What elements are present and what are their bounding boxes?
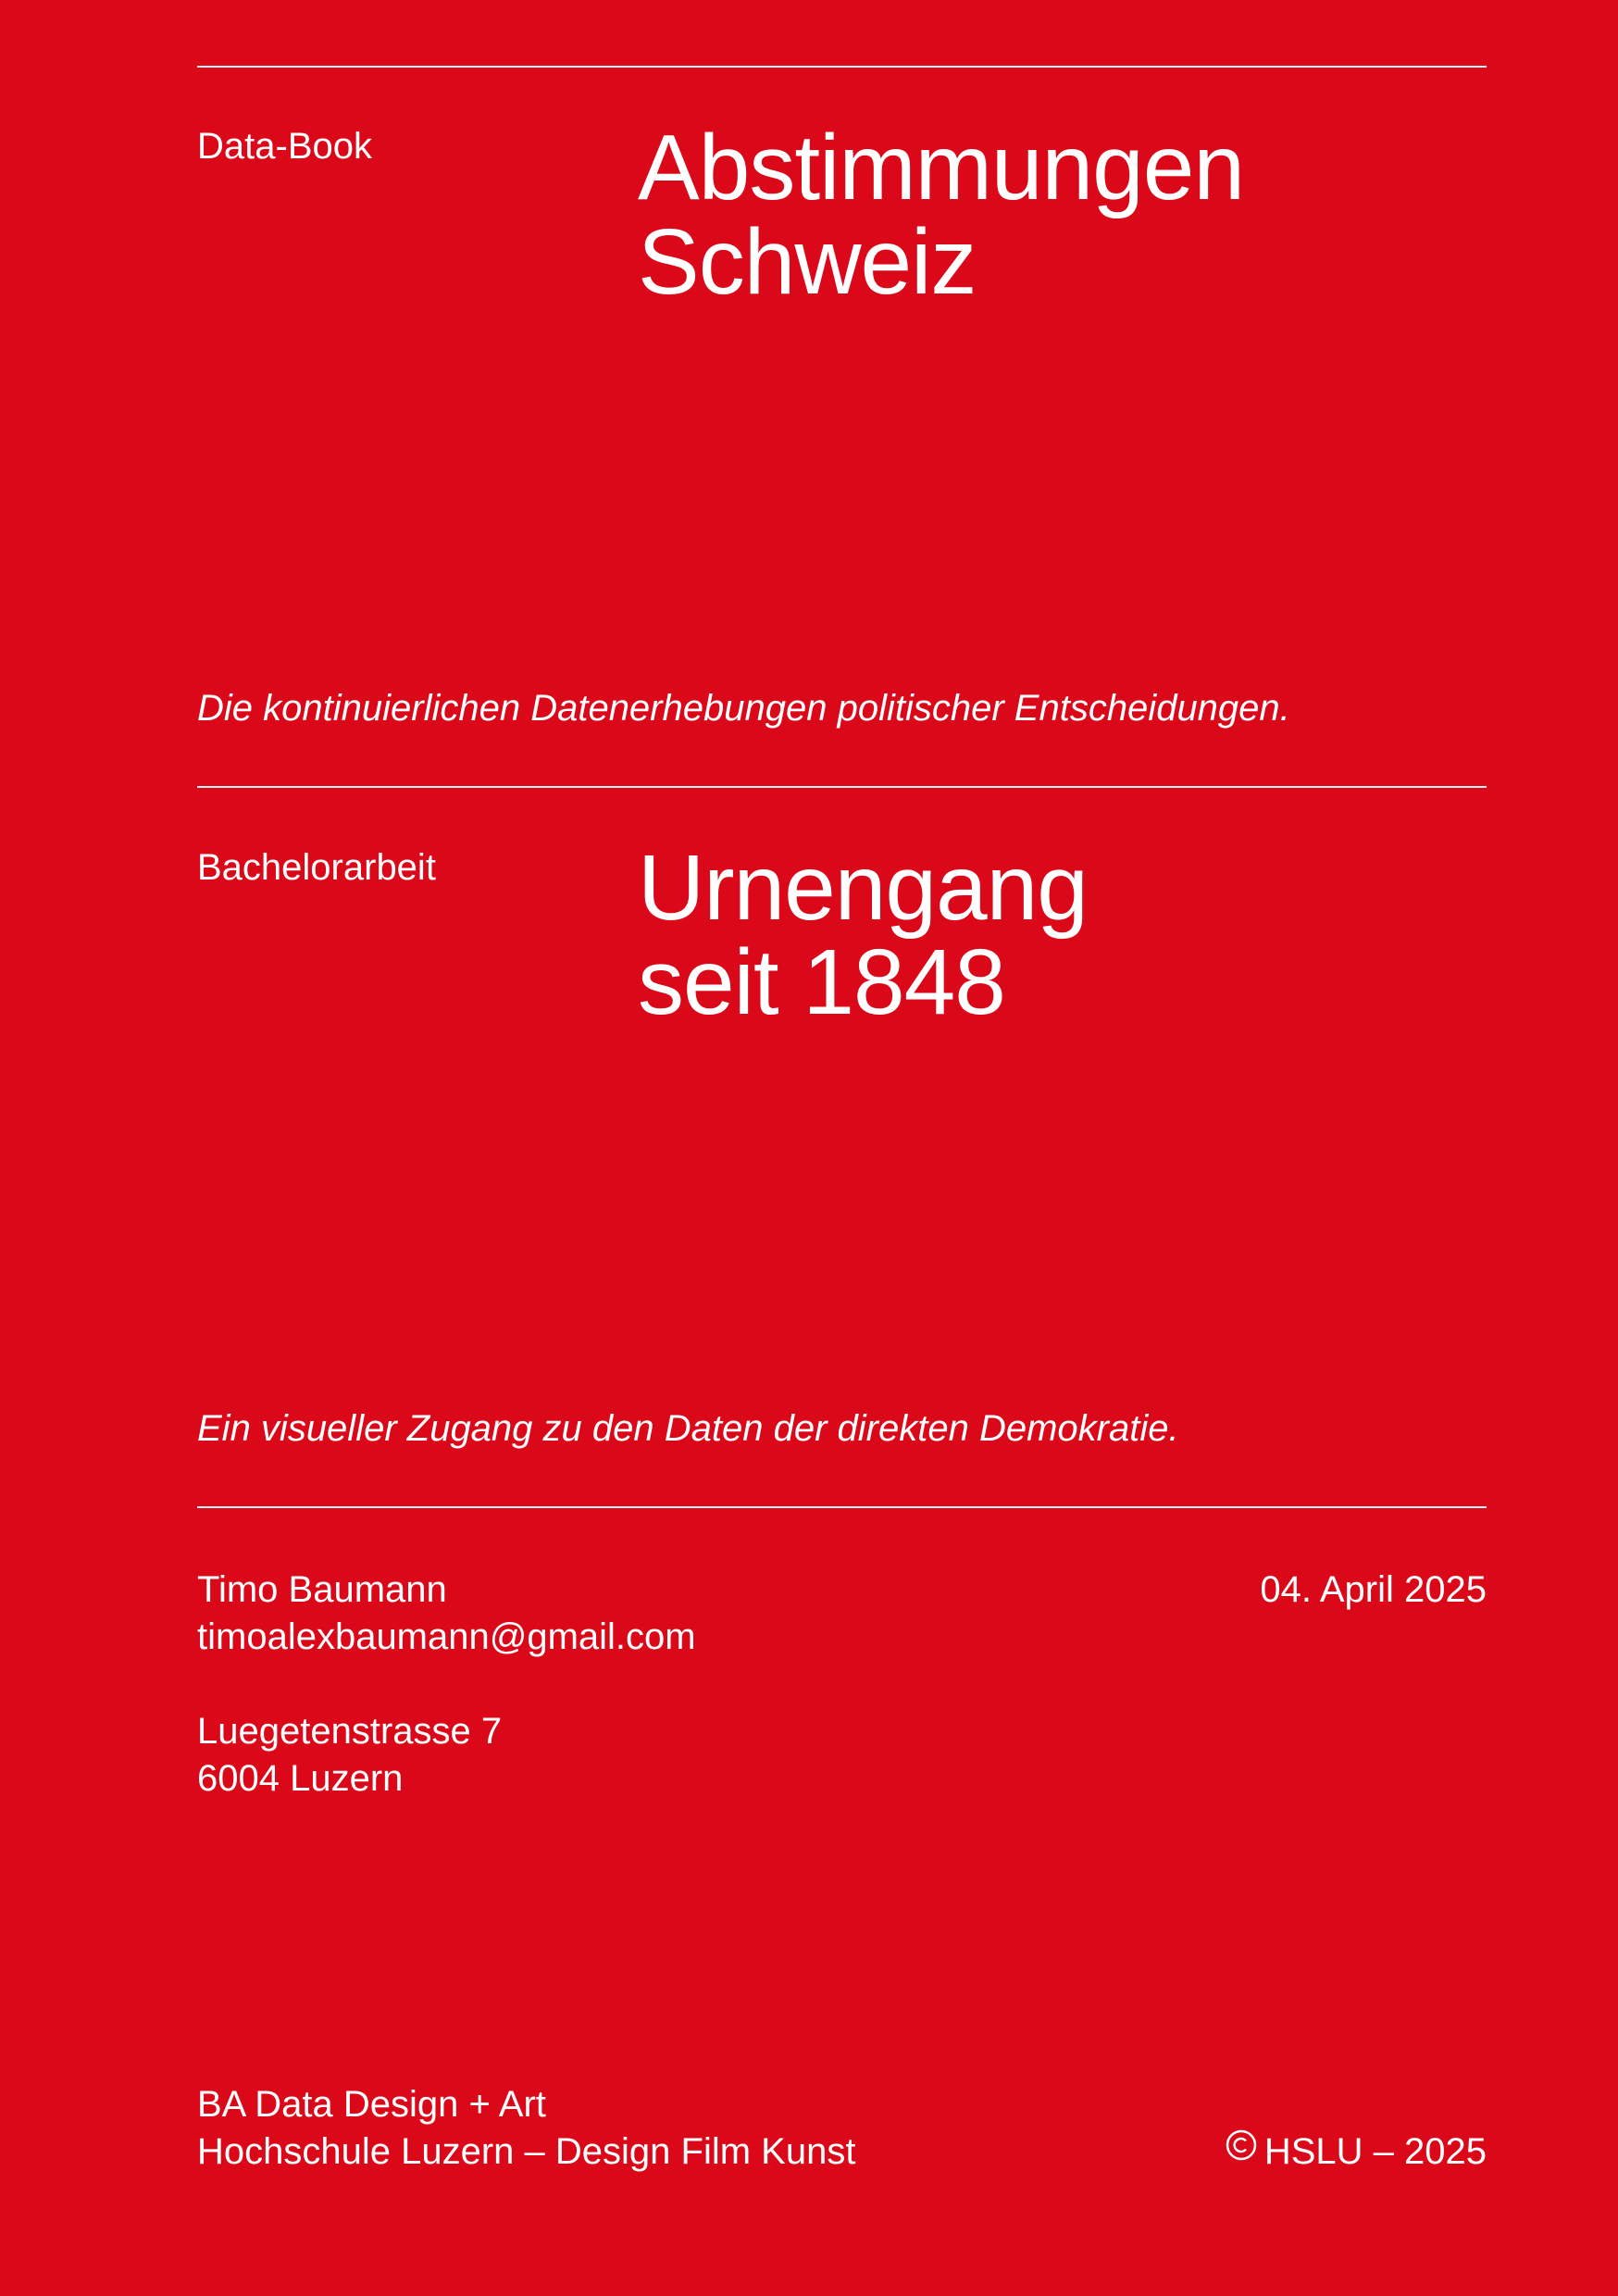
study-program: BA Data Design + Art bbox=[197, 2084, 546, 2125]
main-title-line-1: Abstimmungen bbox=[638, 116, 1245, 219]
author-name: Timo Baumann bbox=[197, 1569, 447, 1610]
main-tagline: Die kontinuierlichen Datenerhebungen pol… bbox=[197, 688, 1290, 729]
author-address: Luegetenstrasse 7 6004 Luzern bbox=[197, 1708, 502, 1803]
main-title: Abstimmungen Schweiz bbox=[638, 116, 1245, 314]
author-email: timoalexbaumann@gmail.com bbox=[197, 1616, 696, 1657]
copyright-icon bbox=[1226, 2129, 1257, 2160]
submission-date: 04. April 2025 bbox=[1260, 1569, 1487, 1610]
thesis-title-line-1: Urnengang bbox=[638, 836, 1089, 940]
thesis-title: Urnengang seit 1848 bbox=[638, 836, 1089, 1034]
cover-page: Data-Book Abstimmungen Schweiz Die konti… bbox=[0, 0, 1618, 2296]
school-name: Hochschule Luzern – Design Film Kunst bbox=[197, 2131, 856, 2172]
middle-divider bbox=[197, 786, 1487, 788]
thesis-type-label: Bachelorarbeit bbox=[197, 847, 436, 888]
top-divider bbox=[197, 66, 1487, 68]
copyright-notice: HSLU – 2025 bbox=[1226, 2128, 1487, 2180]
main-title-line-2: Schweiz bbox=[638, 210, 977, 314]
copyright-text: HSLU – 2025 bbox=[1263, 2131, 1487, 2172]
address-street: Luegetenstrasse 7 bbox=[197, 1711, 503, 1752]
institution-info: BA Data Design + Art Hochschule Luzern –… bbox=[197, 2081, 855, 2176]
author-contact: Timo Baumann timoalexbaumann@gmail.com bbox=[197, 1566, 696, 1661]
address-city: 6004 Luzern bbox=[197, 1758, 404, 1799]
thesis-title-line-2: seit 1848 bbox=[638, 930, 1006, 1034]
bottom-divider bbox=[197, 1506, 1487, 1508]
thesis-tagline: Ein visueller Zugang zu den Daten der di… bbox=[197, 1408, 1179, 1449]
doc-type-label: Data-Book bbox=[197, 126, 372, 167]
